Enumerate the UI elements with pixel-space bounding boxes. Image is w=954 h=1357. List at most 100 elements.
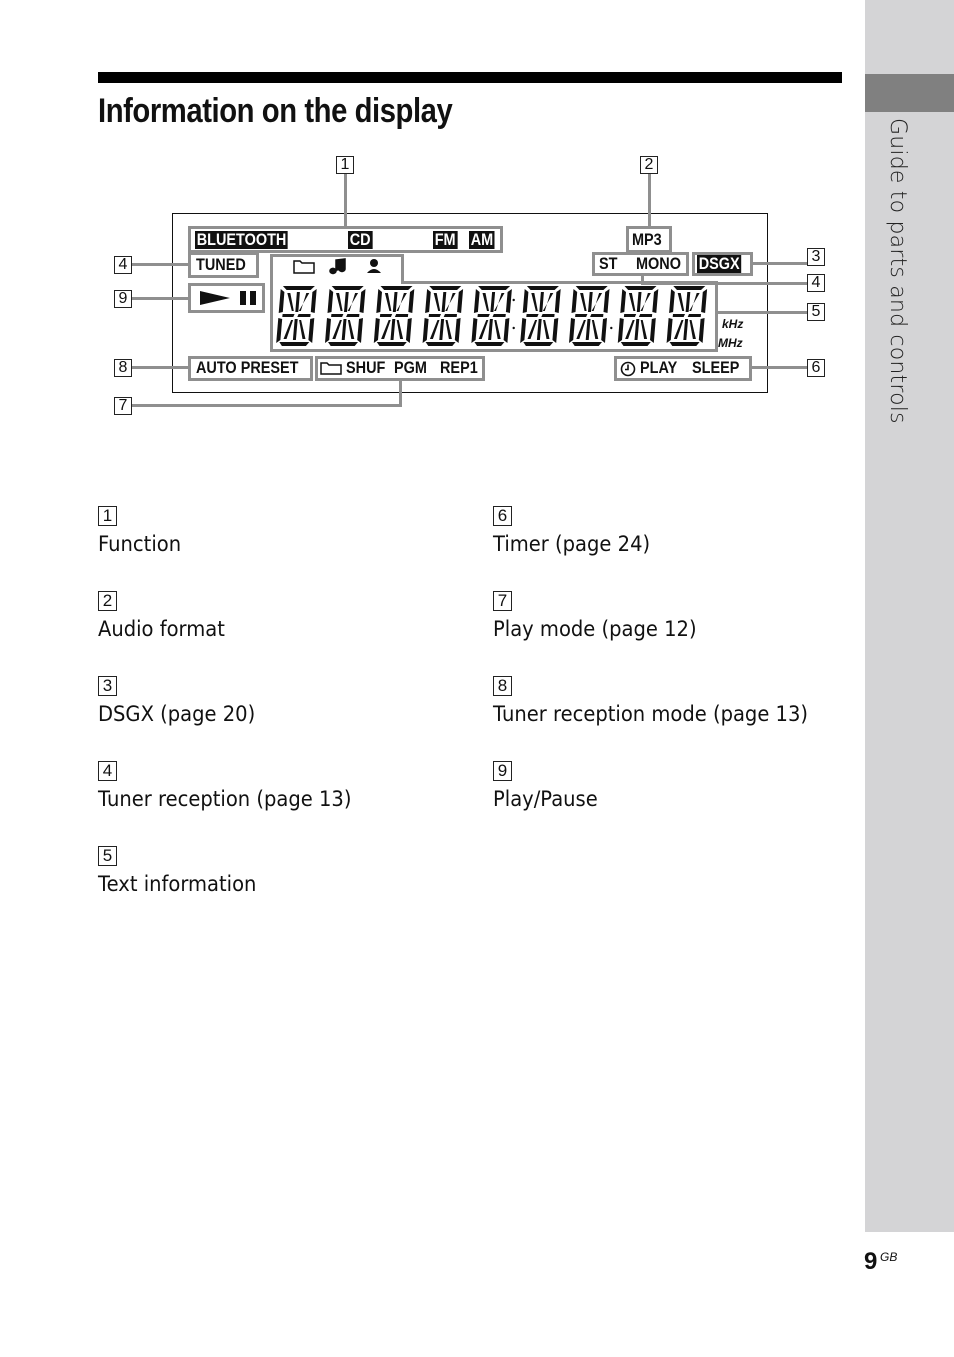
segment (445, 320, 452, 339)
legend-item-8: 8 Tuner reception mode (page 13) (493, 676, 832, 726)
legend-label: Play mode (page 12) (493, 617, 697, 641)
segment (640, 320, 648, 339)
decimal-dot (512, 298, 515, 302)
segment (554, 289, 561, 313)
segment (474, 342, 505, 346)
pause-icon (240, 291, 246, 305)
segment (473, 289, 480, 313)
sidebar-section-title: Guide to parts and controls (885, 118, 910, 424)
segment (569, 318, 575, 343)
segment (332, 320, 342, 339)
legend-label: Tuner reception (page 13) (98, 787, 352, 811)
segment (425, 289, 431, 313)
segment (408, 289, 415, 313)
legend-item-4: 4 Tuner reception (page 13) (98, 761, 371, 811)
leader-line-2 (648, 174, 651, 226)
segment (308, 318, 315, 343)
legend-number: 4 (98, 761, 117, 781)
sidebar-tab-marker (865, 74, 954, 112)
segment (445, 293, 456, 311)
legend-item-5: 5 Text information (98, 846, 268, 896)
segment-digit (617, 286, 659, 346)
legend-number: 6 (493, 506, 512, 526)
segment (425, 342, 456, 346)
segment-digit (569, 286, 610, 346)
decimal-dot (610, 326, 613, 330)
segment (278, 289, 285, 313)
heading-rule (98, 72, 842, 83)
segment (601, 318, 607, 343)
khz-unit: kHz (722, 317, 744, 331)
segment (650, 318, 656, 343)
segment (673, 286, 706, 290)
timer-sleep-indicator: SLEEP (692, 358, 740, 377)
legend-item-7: 7 Play mode (page 12) (493, 591, 712, 641)
segment (443, 314, 457, 317)
segment (603, 289, 610, 313)
segment (295, 292, 300, 312)
legend-label: Audio format (98, 617, 225, 641)
segment (640, 293, 651, 311)
decimal-dot (512, 326, 515, 330)
timer-play-indicator: PLAY (640, 358, 678, 377)
segment-digit (471, 286, 512, 346)
pgm-indicator: PGM (394, 358, 427, 377)
segment (384, 293, 392, 311)
segment (527, 320, 538, 339)
segment (571, 289, 578, 313)
segment (526, 286, 559, 290)
segment (276, 318, 283, 343)
segment (381, 320, 391, 339)
segment (543, 320, 550, 339)
rep1-indicator: REP1 (440, 358, 478, 377)
segment (701, 289, 708, 313)
segment (325, 318, 331, 343)
segment (617, 318, 624, 343)
segment (376, 289, 382, 313)
leader-line-7 (132, 404, 402, 407)
folder-icon (320, 362, 342, 375)
segment (541, 314, 555, 317)
segment (689, 293, 700, 311)
segment (625, 320, 635, 339)
page-number: 9 (864, 1248, 878, 1275)
segment (575, 286, 608, 290)
segment (523, 342, 554, 346)
legend-number: 9 (493, 761, 512, 781)
segment (441, 292, 447, 312)
segment (344, 292, 349, 312)
segment (542, 293, 554, 311)
auto-preset-indicator: AUTO PRESET (196, 358, 299, 377)
fm-indicator: FM (433, 230, 458, 249)
segment (552, 318, 559, 343)
segment (287, 293, 294, 311)
segment (698, 318, 705, 343)
leader-line-4-left (132, 263, 188, 266)
segment (536, 319, 542, 340)
segment (390, 319, 396, 340)
segment (394, 314, 409, 317)
leader-line-1 (344, 174, 347, 226)
legend-label: Timer (page 24) (493, 532, 651, 556)
segment (282, 314, 295, 317)
leader-line-8 (132, 366, 188, 369)
segment (652, 289, 659, 313)
segment (392, 292, 398, 312)
segment (299, 320, 306, 339)
segment (422, 318, 429, 343)
segment (503, 318, 510, 343)
segment (341, 319, 347, 340)
segment (628, 293, 636, 311)
segment (522, 289, 529, 313)
legend-number: 2 (98, 591, 117, 611)
segment (429, 286, 462, 290)
segment (591, 320, 599, 339)
legend-item-9: 9 Play/Pause (493, 761, 606, 811)
segment (478, 286, 511, 290)
artist-icon (370, 259, 378, 267)
segment (331, 314, 344, 317)
tuned-indicator: TUNED (196, 255, 246, 274)
shuf-indicator: SHUF (346, 358, 386, 377)
segment (636, 292, 642, 312)
legend-number: 3 (98, 676, 117, 696)
